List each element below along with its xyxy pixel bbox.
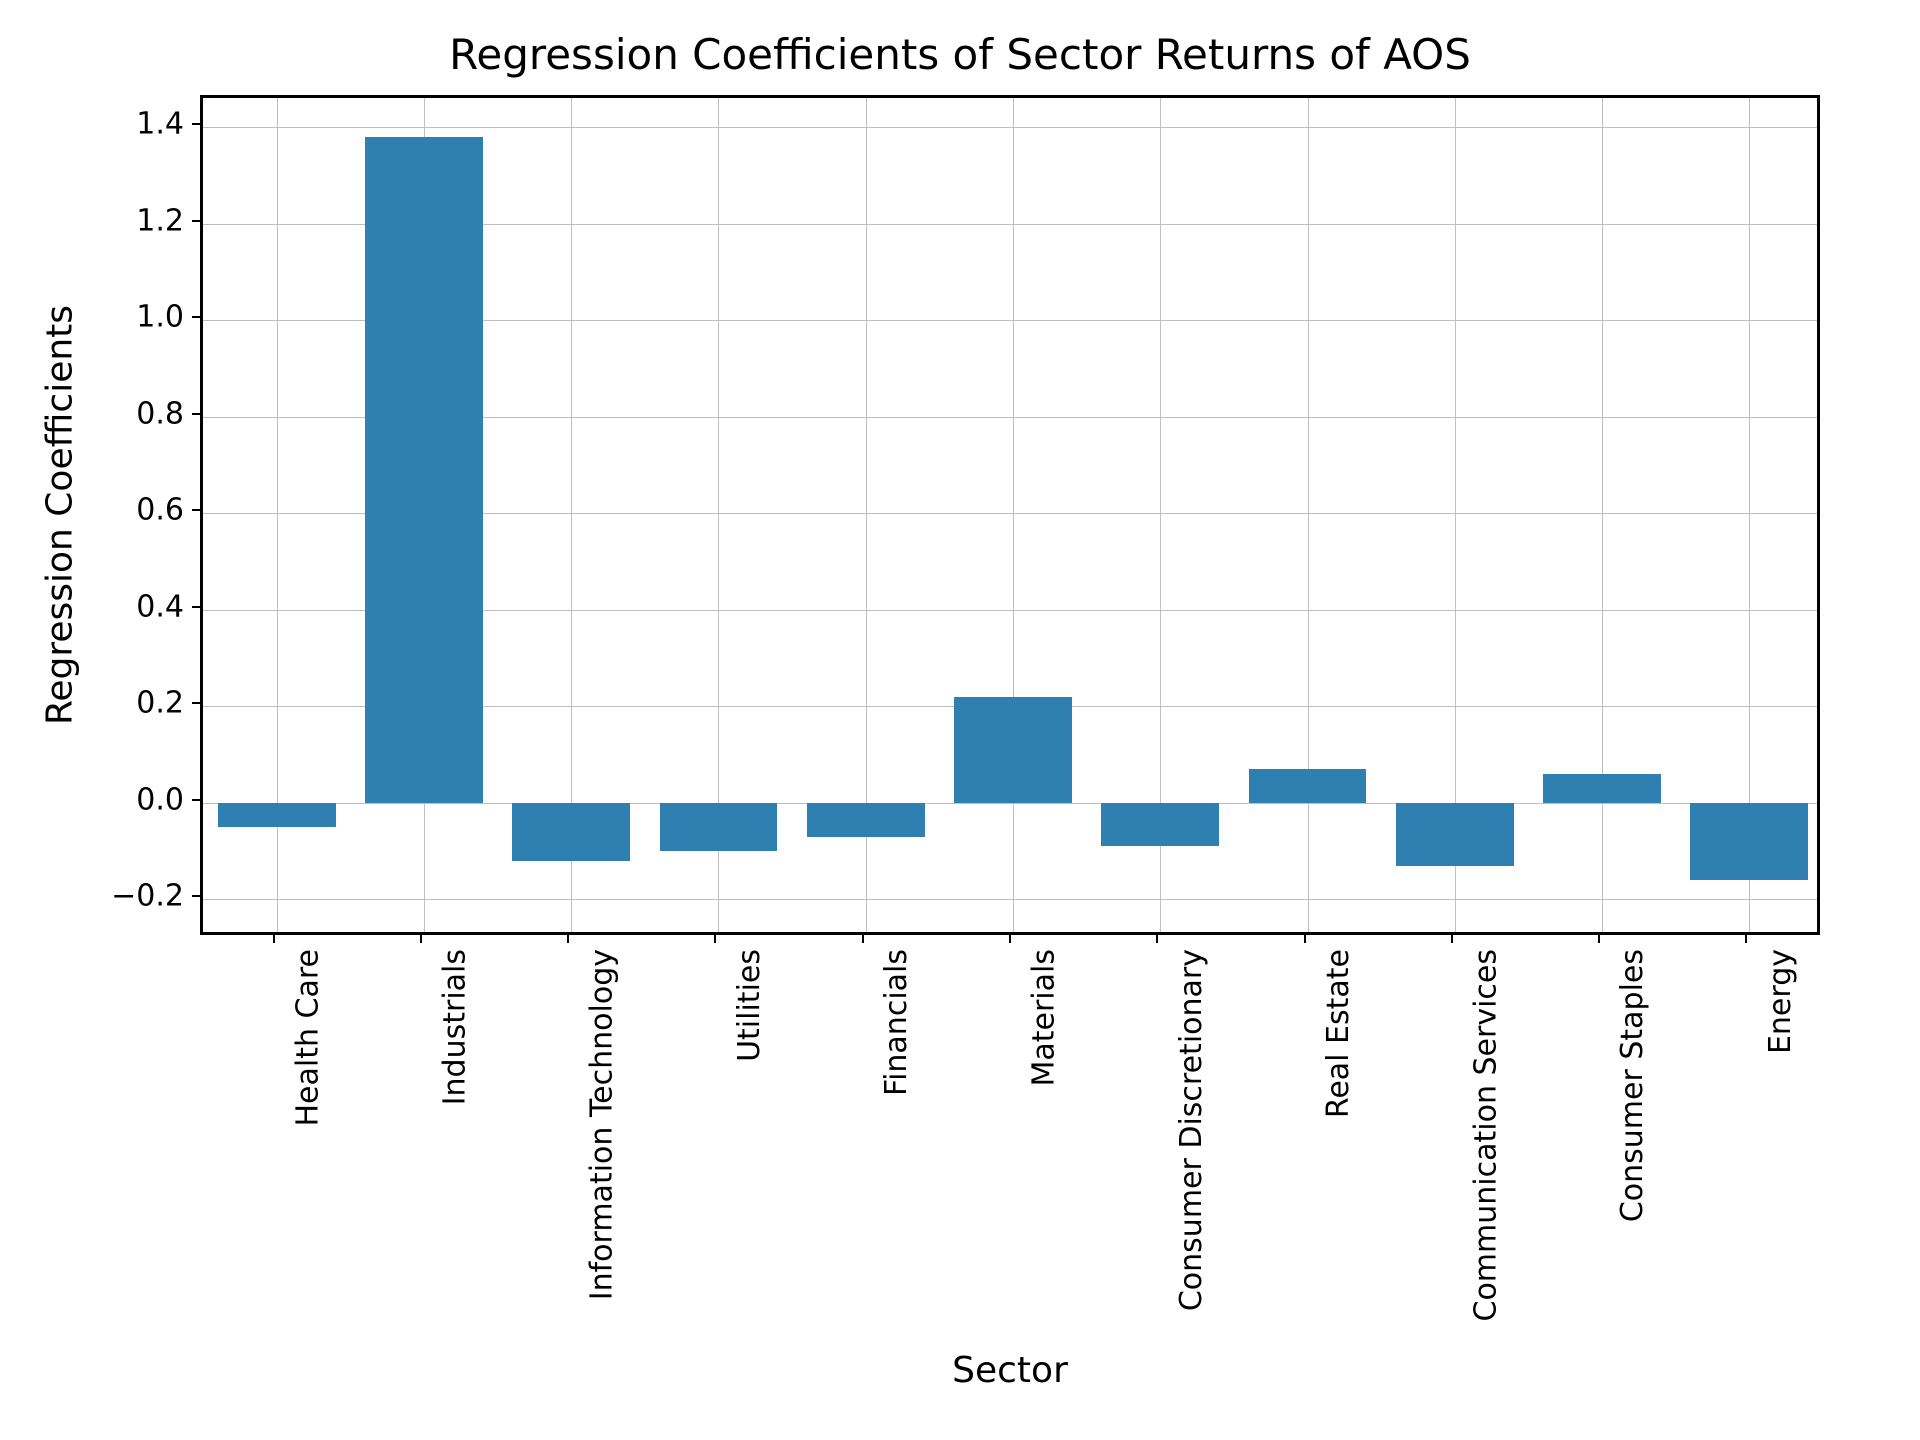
bar	[954, 697, 1072, 803]
x-tick-mark	[714, 935, 716, 943]
x-tick-mark	[1156, 935, 1158, 943]
x-tick-mark	[273, 935, 275, 943]
y-tick-mark	[192, 316, 200, 318]
x-tick-label: Real Estate	[1321, 949, 1356, 1118]
bar	[807, 803, 925, 837]
chart-figure: Regression Coefficients of Sector Return…	[0, 0, 1920, 1440]
x-tick-mark	[1745, 935, 1747, 943]
x-axis-label: Sector	[952, 1350, 1068, 1391]
y-tick-mark	[192, 895, 200, 897]
y-tick-label: 0.0	[0, 782, 184, 817]
bar	[218, 803, 336, 827]
y-tick-mark	[192, 509, 200, 511]
bar	[660, 803, 778, 851]
bar	[1101, 803, 1219, 846]
bar	[1396, 803, 1514, 866]
x-tick-label: Communication Services	[1468, 949, 1503, 1322]
x-tick-mark	[567, 935, 569, 943]
x-tick-label: Consumer Staples	[1616, 949, 1651, 1222]
bar	[1543, 774, 1661, 803]
y-tick-label: −0.2	[0, 879, 184, 914]
x-tick-label: Utilities	[732, 949, 767, 1062]
bar	[1249, 769, 1367, 803]
x-tick-label: Materials	[1027, 949, 1062, 1087]
y-tick-label: 0.2	[0, 686, 184, 721]
x-tick-mark	[862, 935, 864, 943]
x-tick-label: Consumer Discretionary	[1174, 949, 1209, 1311]
y-tick-mark	[192, 702, 200, 704]
x-tick-mark	[1598, 935, 1600, 943]
bar	[1690, 803, 1808, 880]
x-tick-mark	[1009, 935, 1011, 943]
y-tick-label: 1.0	[0, 300, 184, 335]
x-tick-mark	[1451, 935, 1453, 943]
bar	[512, 803, 630, 861]
y-tick-mark	[192, 606, 200, 608]
x-tick-label: Financials	[879, 949, 914, 1096]
plot-area	[200, 95, 1820, 935]
y-tick-mark	[192, 123, 200, 125]
bar	[365, 137, 483, 803]
y-tick-mark	[192, 220, 200, 222]
x-tick-mark	[420, 935, 422, 943]
y-tick-label: 1.2	[0, 203, 184, 238]
y-tick-label: 0.4	[0, 589, 184, 624]
x-tick-label: Information Technology	[585, 949, 620, 1300]
y-tick-mark	[192, 799, 200, 801]
y-tick-label: 0.8	[0, 396, 184, 431]
x-tick-mark	[1304, 935, 1306, 943]
bars-layer	[203, 98, 1817, 932]
y-tick-label: 1.4	[0, 106, 184, 141]
x-tick-label: Health Care	[290, 949, 325, 1127]
chart-title: Regression Coefficients of Sector Return…	[0, 30, 1920, 79]
y-tick-label: 0.6	[0, 493, 184, 528]
x-tick-label: Industrials	[437, 949, 472, 1105]
x-tick-label: Energy	[1763, 949, 1798, 1054]
y-tick-mark	[192, 413, 200, 415]
